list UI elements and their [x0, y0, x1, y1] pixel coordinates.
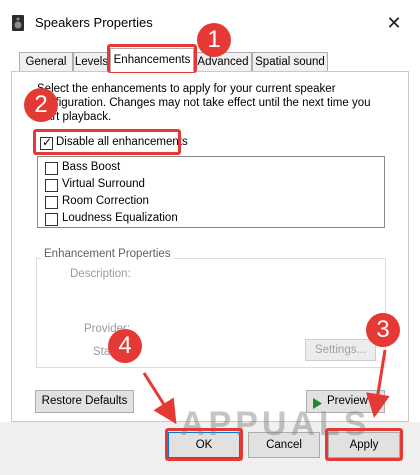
- room-correction-label: Room Correction: [62, 195, 149, 207]
- tab-enhancements[interactable]: Enhancements: [110, 48, 194, 72]
- tab-spatial-sound[interactable]: Spatial sound: [252, 52, 328, 71]
- step-1-badge: 1: [197, 23, 231, 57]
- close-button[interactable]: ✕: [380, 10, 408, 36]
- description-label: Description:: [70, 268, 131, 280]
- tab-general[interactable]: General: [19, 52, 73, 71]
- step-2-badge: 2: [24, 88, 58, 122]
- restore-defaults-button[interactable]: Restore Defaults: [35, 390, 134, 413]
- enhancement-properties-label: Enhancement Properties: [41, 248, 174, 260]
- room-correction-checkbox[interactable]: [45, 196, 58, 209]
- bass-boost-label: Bass Boost: [62, 161, 121, 173]
- close-icon: ✕: [386, 13, 402, 33]
- speaker-icon: [11, 14, 25, 32]
- settings-button[interactable]: Settings...: [305, 339, 376, 361]
- highlight-apply-button: [325, 428, 403, 461]
- highlight-disable-all: [33, 129, 181, 155]
- virtual-surround-checkbox[interactable]: [45, 179, 58, 192]
- loudness-equalization-label: Loudness Equalization: [62, 212, 178, 224]
- window-title: Speakers Properties: [35, 15, 153, 30]
- step-4-badge: 4: [108, 329, 142, 363]
- loudness-equalization-checkbox[interactable]: [45, 213, 58, 226]
- highlight-ok-button: [165, 428, 243, 461]
- virtual-surround-label: Virtual Surround: [62, 178, 145, 190]
- tab-advanced[interactable]: Advanced: [194, 52, 252, 71]
- tab-levels[interactable]: Levels: [73, 52, 110, 71]
- step-3-badge: 3: [366, 313, 400, 347]
- bass-boost-checkbox[interactable]: [45, 162, 58, 175]
- intro-text: Select the enhancements to apply for you…: [37, 83, 371, 123]
